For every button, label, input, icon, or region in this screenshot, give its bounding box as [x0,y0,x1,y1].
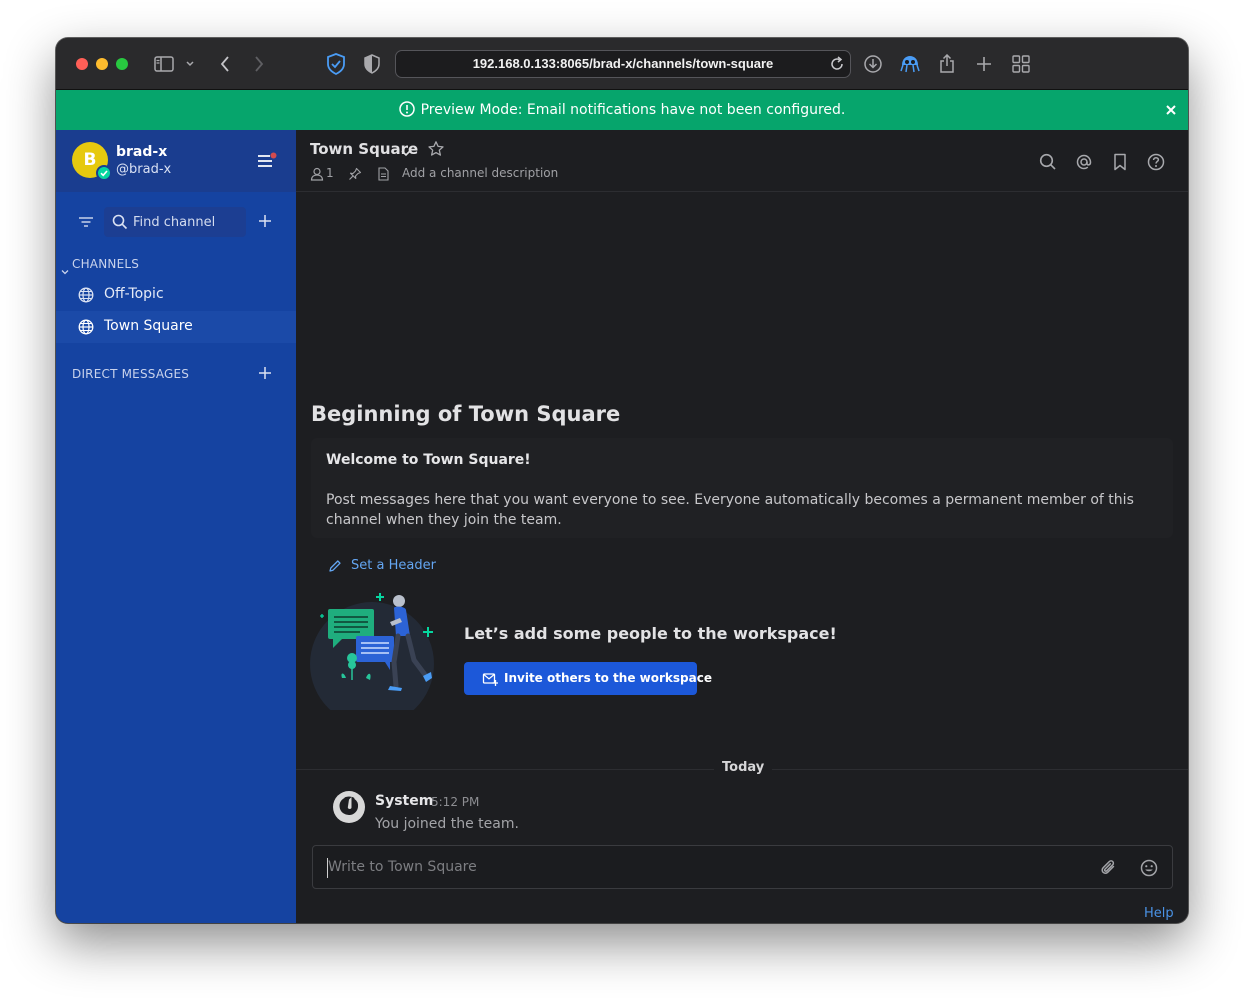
close-icon[interactable] [1162,101,1180,119]
pin-icon[interactable] [348,167,362,181]
direct-messages-section-title[interactable]: DIRECT MESSAGES [72,367,189,381]
channel-sidebar: B brad-x @brad-x Find channel CHANNELS O… [56,130,296,923]
set-header-label: Set a Header [351,558,436,573]
filter-icon[interactable] [76,212,96,232]
member-icon[interactable] [310,167,324,181]
system-avatar-icon[interactable] [332,790,366,824]
reload-icon[interactable] [828,55,846,73]
intro-card-title: Welcome to Town Square! [326,452,531,468]
channel-header: Town Square 1 Add a channel description [296,130,1188,192]
files-icon[interactable] [376,167,390,181]
message-input[interactable]: Write to Town Square [328,859,477,875]
saved-messages-icon[interactable] [1110,152,1130,172]
user-name[interactable]: brad-x [116,144,167,160]
extension-icon[interactable] [898,52,922,76]
url-text: 192.168.0.133:8065/brad-x/channels/town-… [472,56,774,71]
user-handle: @brad-x [116,162,172,177]
browser-toolbar: 192.168.0.133:8065/brad-x/channels/town-… [56,38,1188,90]
globe-icon [78,287,94,303]
tab-overview-icon[interactable] [1010,52,1032,76]
mentions-icon[interactable] [1074,152,1094,172]
sidebar-toggle-icon[interactable] [152,52,176,76]
announcement-banner: Preview Mode: Email notifications have n… [56,90,1188,130]
browser-window: 192.168.0.133:8065/brad-x/channels/town-… [56,38,1188,923]
date-separator: Today [714,760,773,775]
invite-people-illustration [310,592,446,726]
address-bar[interactable]: 192.168.0.133:8065/brad-x/channels/town-… [395,50,851,78]
post-message: You joined the team. [375,816,519,832]
share-icon[interactable] [936,52,958,76]
zoom-window-button[interactable] [116,58,128,70]
mail-plus-icon [482,671,498,687]
privacy-shield-icon[interactable] [324,52,348,76]
invite-others-label: Invite others to the workspace [504,671,712,685]
intro-card-text: Post messages here that you want everyon… [326,492,1134,528]
channel-view: Town Square 1 Add a channel description [296,130,1188,923]
close-window-button[interactable] [76,58,88,70]
back-arrow-icon[interactable] [216,52,234,76]
sidebar-item-off-topic[interactable]: Off-Topic [56,279,296,311]
message-composer[interactable]: Write to Town Square [312,845,1173,889]
sidebar-item-town-square[interactable]: Town Square [56,311,296,343]
globe-icon [78,319,94,335]
post-author[interactable]: System [375,793,433,809]
search-icon [112,214,128,230]
download-icon[interactable] [862,52,884,76]
add-people-title: Let’s add some people to the workspace! [464,624,837,643]
help-icon[interactable] [1146,152,1166,172]
channels-section-title[interactable]: CHANNELS [72,257,139,271]
sidebar-item-label: Off-Topic [104,286,164,302]
text-caret [327,858,328,878]
channel-intro-card: Welcome to Town Square! Post messages he… [311,438,1173,538]
channel-intro-title: Beginning of Town Square [311,402,621,426]
find-channel-label: Find channel [133,215,216,230]
info-icon [398,101,415,121]
attachment-icon[interactable] [1099,858,1119,878]
help-link[interactable]: Help [1144,906,1174,921]
search-icon[interactable] [1038,152,1058,172]
add-channel-icon[interactable] [256,212,274,230]
forward-arrow-icon[interactable] [250,52,268,76]
chevron-down-icon[interactable] [400,144,412,157]
new-tab-icon[interactable] [974,52,994,76]
online-status-icon [96,165,112,181]
half-shield-icon[interactable] [362,52,382,76]
member-count[interactable]: 1 [326,166,334,180]
post-timestamp[interactable]: 5:12 PM [431,795,479,809]
sidebar-item-label: Town Square [104,318,193,334]
pencil-icon [328,559,342,573]
banner-message: Preview Mode: Email notifications have n… [56,101,1188,121]
banner-text: Preview Mode: Email notifications have n… [420,102,846,118]
find-channel-button[interactable]: Find channel [104,207,246,237]
main-menu-icon[interactable] [256,152,278,170]
emoji-icon[interactable] [1139,858,1159,878]
chevron-down-icon[interactable] [184,52,196,76]
team-header: B brad-x @brad-x [56,130,296,192]
minimize-window-button[interactable] [96,58,108,70]
add-direct-message-icon[interactable] [256,364,274,382]
star-icon[interactable] [427,140,445,158]
chevron-down-icon[interactable] [61,261,69,275]
add-channel-description[interactable]: Add a channel description [402,166,558,180]
invite-others-button[interactable]: Invite others to the workspace [464,662,712,695]
